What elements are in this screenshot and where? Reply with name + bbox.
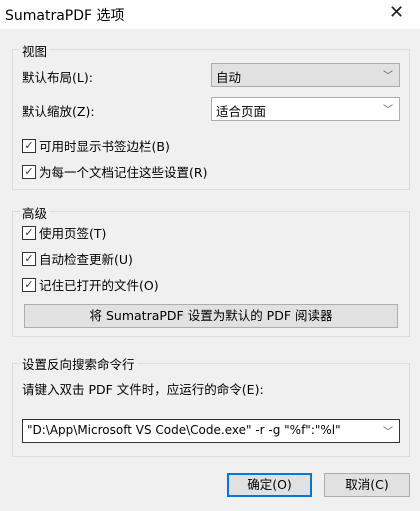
window-title: SumatraPDF 选项: [5, 8, 125, 24]
layout-label: 默认布局(L):: [22, 70, 93, 85]
updates-checkbox[interactable]: ✓ 自动检查更新(U): [22, 249, 133, 268]
close-icon[interactable]: ✕: [389, 2, 404, 23]
inverse-search-input[interactable]: "D:\App\Microsoft VS Code\Code.exe" -r -…: [22, 419, 400, 443]
checkbox-label: 可用时显示书签边栏(B): [39, 139, 170, 154]
check-icon: ✓: [22, 225, 36, 240]
check-icon: ✓: [22, 164, 36, 179]
chevron-down-icon: ﹀: [383, 105, 393, 116]
zoom-value: 适合页面: [216, 104, 267, 119]
check-icon: ✓: [22, 138, 36, 153]
checkbox-label: 自动检查更新(U): [39, 252, 133, 267]
chevron-down-icon: ﹀: [383, 427, 393, 438]
layout-value: 自动: [216, 70, 242, 85]
checkbox-label: 记住已打开的文件(O): [39, 278, 159, 293]
checkbox-label: 为每一个文档记住这些设置(R): [39, 165, 208, 180]
inverse-search-label: 请键入双击 PDF 文件时，应运行的命令(E):: [22, 382, 264, 397]
zoom-select[interactable]: 适合页面 ﹀: [211, 97, 400, 121]
check-icon: ✓: [22, 277, 36, 292]
chevron-down-icon: ﹀: [383, 71, 393, 82]
layout-select[interactable]: 自动 ﹀: [211, 63, 400, 87]
inverse-search-value: "D:\App\Microsoft VS Code\Code.exe" -r -…: [27, 423, 341, 437]
ok-button[interactable]: 确定(O): [227, 473, 312, 497]
zoom-label: 默认缩放(Z):: [22, 104, 95, 119]
set-default-reader-button[interactable]: 将 SumatraPDF 设置为默认的 PDF 阅读器: [24, 304, 398, 328]
remember-open-checkbox[interactable]: ✓ 记住已打开的文件(O): [22, 275, 159, 294]
checkbox-label: 使用页签(T): [39, 226, 107, 241]
advanced-legend: 高级: [20, 203, 50, 222]
inverse-search-legend: 设置反向搜索命令行: [20, 354, 137, 373]
view-legend: 视图: [20, 41, 50, 60]
remember-settings-checkbox[interactable]: ✓ 为每一个文档记住这些设置(R): [22, 162, 207, 181]
bookmarks-checkbox[interactable]: ✓ 可用时显示书签边栏(B): [22, 136, 170, 155]
check-icon: ✓: [22, 251, 36, 266]
tabs-checkbox[interactable]: ✓ 使用页签(T): [22, 223, 106, 242]
cancel-button[interactable]: 取消(C): [324, 473, 410, 497]
